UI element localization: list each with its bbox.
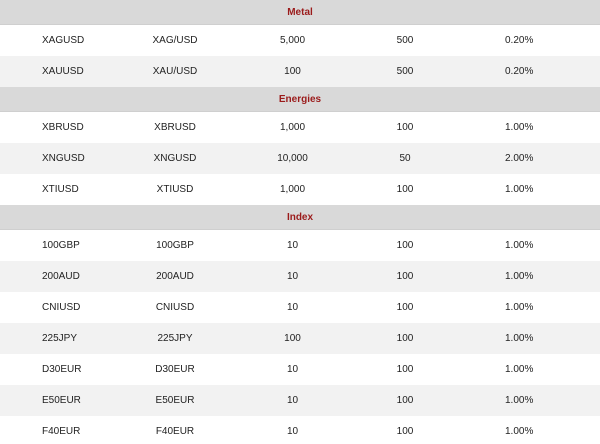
- name-cell: E50EUR: [115, 385, 235, 416]
- table-row: XTIUSD XTIUSD 1,000 100 1.00%: [0, 174, 600, 205]
- name-cell: XAU/USD: [115, 56, 235, 87]
- symbol-cell: D30EUR: [42, 364, 82, 375]
- leverage-cell: 100: [396, 184, 414, 195]
- table-row: E50EUR E50EUR 10 100 1.00%: [0, 385, 600, 416]
- symbol-cell: F40EUR: [42, 426, 81, 437]
- contract-cell: 1,000: [279, 122, 306, 133]
- contract-cell: 5,000: [279, 35, 306, 46]
- leverage-cell: 50: [350, 143, 460, 174]
- name-cell: 100GBP: [156, 240, 194, 251]
- table-row: 225JPY 225JPY 100 100 1.00%: [0, 323, 600, 354]
- name-cell: XNGUSD: [115, 143, 235, 174]
- contract-cell: 10: [286, 426, 299, 437]
- contract-cell: 100: [235, 56, 350, 87]
- table-row: XBRUSD XBRUSD 1,000 100 1.00%: [0, 112, 600, 144]
- leverage-cell: 100: [396, 122, 414, 133]
- table-row: F40EUR F40EUR 10 100 1.00%: [0, 416, 600, 444]
- section-title: Energies: [0, 87, 600, 112]
- symbol-cell: 225JPY: [0, 323, 115, 354]
- contract-cell: 10: [286, 240, 299, 251]
- section-header-index: Index: [0, 205, 600, 230]
- contract-cell: 10: [286, 364, 299, 375]
- name-cell: 200AUD: [115, 261, 235, 292]
- symbol-cell: 100GBP: [42, 240, 80, 251]
- contract-cell: 10: [235, 385, 350, 416]
- leverage-cell: 100: [396, 426, 414, 437]
- symbol-cell: E50EUR: [0, 385, 115, 416]
- name-cell: XBRUSD: [154, 122, 196, 133]
- leverage-cell: 100: [396, 364, 414, 375]
- margin-cell: 1.00%: [505, 122, 534, 133]
- margin-cell: 0.20%: [460, 56, 600, 87]
- symbol-cell: XBRUSD: [42, 122, 84, 133]
- margin-cell: 1.00%: [505, 240, 534, 251]
- name-cell: XTIUSD: [156, 184, 194, 195]
- margin-cell: 2.00%: [460, 143, 600, 174]
- table-row: 200AUD 200AUD 10 100 1.00%: [0, 261, 600, 292]
- symbol-cell: CNIUSD: [42, 302, 81, 313]
- contract-cell: 10: [235, 261, 350, 292]
- table-row: D30EUR D30EUR 10 100 1.00%: [0, 354, 600, 385]
- name-cell: CNIUSD: [155, 302, 195, 313]
- section-title: Metal: [0, 0, 600, 25]
- leverage-cell: 100: [350, 323, 460, 354]
- name-cell: D30EUR: [155, 364, 195, 375]
- margin-cell: 0.20%: [505, 35, 534, 46]
- symbol-cell: XNGUSD: [0, 143, 115, 174]
- table-row: XNGUSD XNGUSD 10,000 50 2.00%: [0, 143, 600, 174]
- leverage-cell: 500: [350, 56, 460, 87]
- table-row: CNIUSD CNIUSD 10 100 1.00%: [0, 292, 600, 323]
- margin-cell: 1.00%: [460, 323, 600, 354]
- contract-cell: 10,000: [235, 143, 350, 174]
- margin-cell: 1.00%: [505, 302, 534, 313]
- symbol-cell: XTIUSD: [42, 184, 79, 195]
- instrument-table-view: Metal XAGUSD XAG/USD 5,000 500 0.20% XAU…: [0, 0, 600, 444]
- symbol-cell: 200AUD: [0, 261, 115, 292]
- name-cell: XAG/USD: [152, 35, 198, 46]
- symbol-cell: XAGUSD: [42, 35, 85, 46]
- leverage-cell: 100: [350, 385, 460, 416]
- leverage-cell: 100: [396, 240, 414, 251]
- leverage-cell: 500: [396, 35, 414, 46]
- name-cell: F40EUR: [155, 426, 195, 437]
- instrument-table: Metal XAGUSD XAG/USD 5,000 500 0.20% XAU…: [0, 0, 600, 444]
- name-cell: 225JPY: [115, 323, 235, 354]
- leverage-cell: 100: [396, 302, 414, 313]
- symbol-cell: XAUUSD: [0, 56, 115, 87]
- leverage-cell: 100: [350, 261, 460, 292]
- margin-cell: 1.00%: [505, 426, 534, 437]
- contract-cell: 100: [235, 323, 350, 354]
- contract-cell: 10: [286, 302, 299, 313]
- margin-cell: 1.00%: [460, 385, 600, 416]
- margin-cell: 1.00%: [505, 184, 534, 195]
- margin-cell: 1.00%: [505, 364, 534, 375]
- margin-cell: 1.00%: [460, 261, 600, 292]
- table-row: 100GBP 100GBP 10 100 1.00%: [0, 230, 600, 262]
- section-title: Index: [0, 205, 600, 230]
- section-header-metal: Metal: [0, 0, 600, 25]
- contract-cell: 1,000: [279, 184, 306, 195]
- section-header-energies: Energies: [0, 87, 600, 112]
- table-row: XAGUSD XAG/USD 5,000 500 0.20%: [0, 25, 600, 57]
- table-row: XAUUSD XAU/USD 100 500 0.20%: [0, 56, 600, 87]
